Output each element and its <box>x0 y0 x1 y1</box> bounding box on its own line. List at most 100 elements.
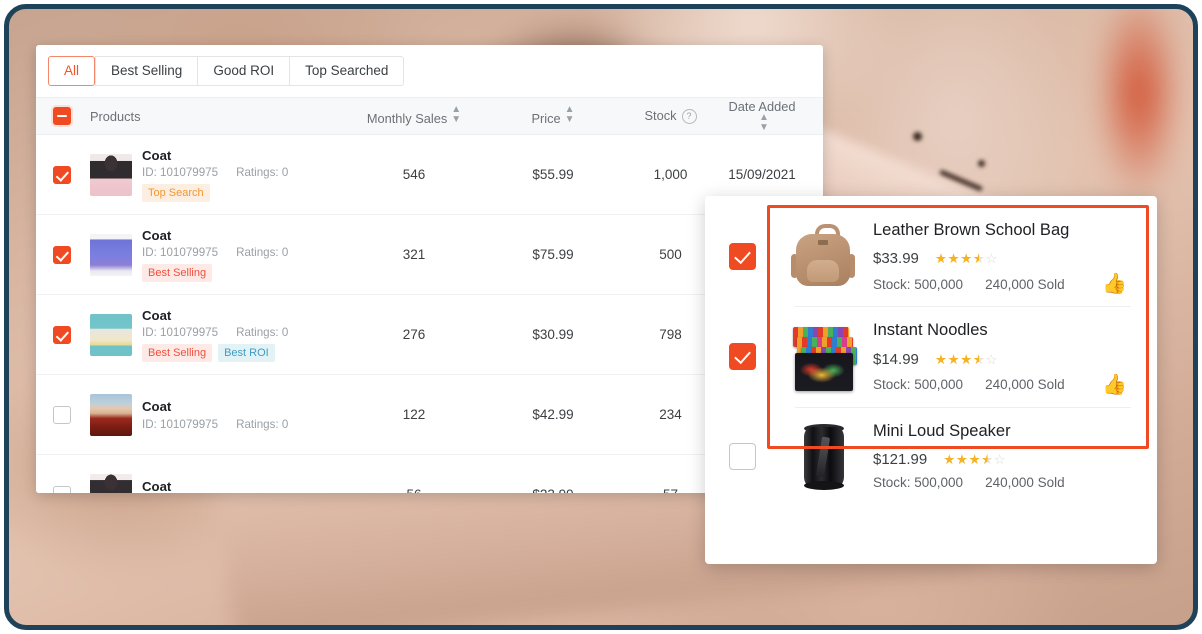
cell-date-added: 15/09/2021 <box>728 167 796 182</box>
tab-top-searched[interactable]: Top Searched <box>289 56 405 86</box>
card-checkbox[interactable] <box>729 343 756 371</box>
cell-monthly-sales: 122 <box>402 407 426 422</box>
badge-best-selling: Best Selling <box>142 344 213 363</box>
product-ratings: Ratings: 0 <box>236 417 289 431</box>
product-badges: Top Search <box>142 184 288 203</box>
product-ratings: Ratings: 0 <box>236 326 289 340</box>
product-name: Coat <box>142 399 172 415</box>
product-cell: Coat ID: 101079975 Ratings: 0 Best Selli… <box>88 227 340 283</box>
cell-monthly-sales: 321 <box>402 247 426 262</box>
badge-top-search: Top Search <box>142 184 210 203</box>
product-cell: Coat ID: 101079975 Ratings: 0 Top Search <box>88 147 340 203</box>
card-checkbox[interactable] <box>729 443 756 471</box>
product-name: Coat <box>142 479 172 493</box>
column-label-stock: Stock <box>644 107 677 123</box>
column-header-monthly-sales[interactable]: Monthly Sales▲ ▼ <box>340 105 488 127</box>
product-thumbnail <box>90 153 132 196</box>
row-select-cell <box>36 325 88 344</box>
column-label-products: Products <box>90 108 141 124</box>
card-stock: Stock: 500,000 <box>873 276 964 292</box>
tab-best-selling[interactable]: Best Selling <box>95 56 198 86</box>
product-cell: Coat ID: 101079975 Ratings: 0 <box>88 393 340 436</box>
row-select-cell <box>36 245 88 264</box>
product-thumbnail <box>90 313 132 356</box>
column-header-products: Products <box>88 109 340 124</box>
card-sold: 240,000 Sold <box>985 276 1065 292</box>
cell-stock: 1,000 <box>653 167 688 182</box>
sort-icon-price[interactable]: ▲ ▼ <box>565 105 575 125</box>
cell-price: $75.99 <box>532 247 574 262</box>
card-title: Instant Noodles <box>873 321 988 340</box>
select-all-cell <box>36 107 88 125</box>
product-thumbnail <box>90 473 132 493</box>
product-cards-panel: Leather Brown School Bag $33.99 ★★★★☆ St… <box>705 196 1157 564</box>
card-price: $14.99 <box>873 350 919 368</box>
thumbs-up-icon[interactable]: 👍 <box>1102 375 1127 395</box>
product-thumbnail <box>90 233 132 276</box>
row-checkbox[interactable] <box>53 325 71 344</box>
row-select-cell <box>36 485 88 493</box>
card-select-cell <box>727 343 765 371</box>
screenshot-root: All Best Selling Good ROI Top Searched P… <box>0 0 1202 634</box>
column-header-price[interactable]: Price ▲ ▼ <box>488 105 618 127</box>
card-info: Mini Loud Speaker $121.99 ★★★★☆ Stock: 5… <box>873 419 1133 490</box>
badge-best-selling: Best Selling <box>142 264 213 283</box>
cell-price: $42.99 <box>532 407 574 422</box>
help-circle-icon[interactable]: ? <box>681 109 697 125</box>
product-cell: Coat ID: 101079975 Ratings: 0 <box>88 473 340 493</box>
product-id: ID: 101079975 <box>142 417 219 431</box>
tab-all[interactable]: All <box>48 56 96 86</box>
product-thumbnail <box>90 393 132 436</box>
column-label-price: Price <box>531 111 561 126</box>
card-select-cell <box>727 242 765 270</box>
card-title: Mini Loud Speaker <box>873 421 1011 440</box>
cell-price: $55.99 <box>532 167 574 182</box>
cell-price: $30.99 <box>532 327 574 342</box>
product-name: Coat <box>142 227 172 243</box>
product-card[interactable]: Leather Brown School Bag $33.99 ★★★★☆ St… <box>719 206 1141 306</box>
cell-monthly-sales: 546 <box>402 167 426 182</box>
cell-monthly-sales: 276 <box>402 327 426 342</box>
sort-icon-date-added[interactable]: ▲ ▼ <box>759 112 769 133</box>
mini-speaker-icon <box>785 419 861 495</box>
card-sold: 240,000 Sold <box>985 475 1065 491</box>
card-title: Leather Brown School Bag <box>873 221 1070 239</box>
product-id: ID: 101079975 <box>142 166 219 180</box>
row-checkbox[interactable] <box>53 245 71 264</box>
product-id: ID: 101079975 <box>142 246 219 260</box>
card-rating-stars: ★★★★☆ <box>934 351 998 367</box>
cell-monthly-sales: 56 <box>340 487 488 493</box>
product-ratings: Ratings: 0 <box>236 166 289 180</box>
cell-price: $23.99 <box>488 487 618 493</box>
row-checkbox[interactable] <box>53 165 71 184</box>
card-sold: 240,000 Sold <box>985 377 1065 393</box>
product-name: Coat <box>142 147 172 163</box>
row-checkbox[interactable] <box>53 405 71 424</box>
tab-good-roi[interactable]: Good ROI <box>197 56 290 86</box>
column-header-stock: Stock? <box>618 107 723 125</box>
product-ratings: Ratings: 0 <box>236 246 289 260</box>
card-checkbox[interactable] <box>729 242 756 270</box>
card-select-cell <box>727 443 765 471</box>
card-info: Instant Noodles $14.99 ★★★★☆ Stock: 500,… <box>873 318 1133 394</box>
select-all-checkbox[interactable] <box>53 107 71 125</box>
backpack-icon <box>785 218 861 294</box>
card-info: Leather Brown School Bag $33.99 ★★★★☆ St… <box>873 218 1133 294</box>
card-stock: Stock: 500,000 <box>873 475 964 491</box>
thumbs-up-icon[interactable]: 👍 <box>1102 274 1127 294</box>
product-card[interactable]: Instant Noodles $14.99 ★★★★☆ Stock: 500,… <box>719 306 1141 406</box>
badge-best-roi: Best ROI <box>218 344 275 363</box>
row-select-cell <box>36 405 88 424</box>
card-rating-stars: ★★★★☆ <box>934 251 998 267</box>
table-header-row: Products Monthly Sales▲ ▼ Price▲ ▼ Stock? … <box>36 97 823 135</box>
product-cell: Coat ID: 101079975 Ratings: 0 Best Selli… <box>88 307 340 363</box>
card-rating-stars: ★★★★☆ <box>943 452 1007 468</box>
row-checkbox[interactable] <box>53 485 71 493</box>
product-badges: Best Selling Best ROI <box>142 344 288 363</box>
sort-icon-monthly-sales[interactable]: ▲ ▼ <box>451 105 461 125</box>
filter-tabs: All Best Selling Good ROI Top Searched <box>36 45 823 97</box>
column-header-date-added[interactable]: Date Added▲ ▼ <box>723 99 823 134</box>
product-card[interactable]: Mini Loud Speaker $121.99 ★★★★☆ Stock: 5… <box>719 406 1141 507</box>
product-id: ID: 101079975 <box>142 326 219 340</box>
product-badges: Best Selling <box>142 264 288 283</box>
